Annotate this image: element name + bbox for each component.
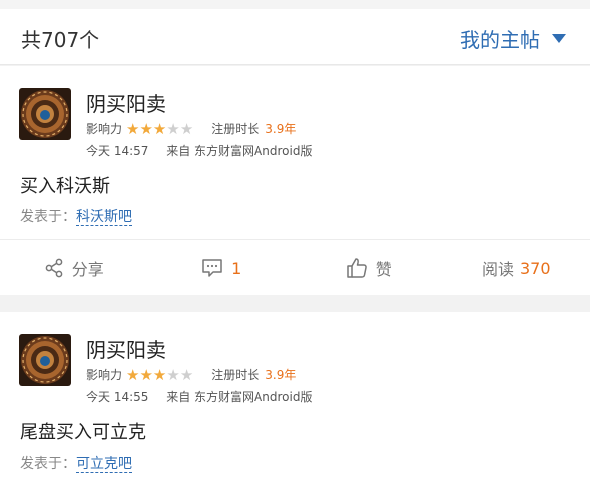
post-meta: 今天 14:57 来自 东方财富网Android版: [86, 142, 312, 159]
like-button[interactable]: 赞: [295, 240, 443, 296]
post-filter-label: 我的主帖: [460, 28, 540, 52]
user-meta: 影响力 ★ ★ ★ ★ ★ 注册时长 3.9年: [86, 366, 296, 383]
comment-button[interactable]: 1: [148, 240, 296, 296]
post-time: 今天 14:57: [86, 144, 149, 158]
registration-value: 3.9年: [265, 368, 297, 382]
posted-to: 发表于：科沃斯吧: [20, 206, 132, 226]
influence-stars: ★ ★ ★ ★ ★: [126, 119, 194, 138]
post-content[interactable]: 买入科沃斯: [20, 172, 110, 198]
post-actions: 分享 1 赞 阅读 370: [0, 239, 590, 295]
star-icon: ★: [139, 119, 153, 138]
star-icon: ★: [179, 119, 194, 138]
post-card[interactable]: 阴买阳卖 影响力 ★ ★ ★ ★ ★ 注册时长 3.9年 今天 14:57 来自…: [0, 66, 590, 295]
post-content[interactable]: 尾盘买入可立克: [20, 418, 146, 444]
list-header: 共707个 我的主帖: [0, 9, 590, 65]
comment-count: 1: [231, 258, 242, 278]
user-meta: 影响力 ★ ★ ★ ★ ★ 注册时长 3.9年: [86, 120, 296, 137]
like-label: 赞: [375, 260, 392, 279]
registration-label: 注册时长: [211, 368, 260, 382]
read-label: 阅读: [481, 260, 514, 279]
influence-stars: ★ ★ ★ ★ ★: [126, 365, 194, 384]
read-count: 阅读 370: [443, 240, 590, 296]
bar-link[interactable]: 科沃斯吧: [76, 209, 132, 226]
post-source: 来自 东方财富网Android版: [166, 144, 313, 158]
top-divider: [0, 0, 590, 9]
caret-down-icon: [552, 34, 566, 43]
star-icon: ★: [126, 119, 140, 138]
bar-link[interactable]: 可立克吧: [76, 456, 132, 473]
post-source: 来自 东方财富网Android版: [166, 390, 313, 404]
share-label: 分享: [71, 260, 104, 279]
star-icon: ★: [152, 365, 167, 384]
posted-to: 发表于：可立克吧: [20, 453, 132, 473]
avatar[interactable]: [19, 88, 71, 140]
share-icon: [45, 258, 63, 278]
avatar[interactable]: [19, 334, 71, 386]
star-icon: ★: [139, 365, 153, 384]
star-icon: ★: [166, 365, 180, 384]
post-count: 共707个: [21, 28, 100, 52]
star-icon: ★: [126, 365, 140, 384]
registration-label: 注册时长: [211, 122, 260, 136]
post-filter-dropdown[interactable]: 我的主帖: [460, 24, 566, 53]
registration-value: 3.9年: [265, 122, 297, 136]
star-icon: ★: [152, 119, 167, 138]
posted-to-label: 发表于：: [20, 209, 76, 225]
post-meta: 今天 14:55 来自 东方财富网Android版: [86, 388, 312, 405]
post-time: 今天 14:55: [86, 390, 149, 404]
influence-label: 影响力: [86, 122, 123, 136]
star-icon: ★: [166, 119, 180, 138]
posted-to-label: 发表于：: [20, 456, 76, 472]
post-card[interactable]: 阴买阳卖 影响力 ★ ★ ★ ★ ★ 注册时长 3.9年 今天 14:55 来自…: [0, 312, 590, 500]
thumbs-up-icon: [346, 258, 367, 278]
username[interactable]: 阴买阳卖: [86, 334, 166, 363]
username[interactable]: 阴买阳卖: [86, 88, 166, 117]
star-icon: ★: [179, 365, 194, 384]
share-button[interactable]: 分享: [0, 240, 148, 296]
comment-icon: [202, 259, 222, 277]
read-count-value: 370: [519, 258, 551, 278]
influence-label: 影响力: [86, 368, 123, 382]
